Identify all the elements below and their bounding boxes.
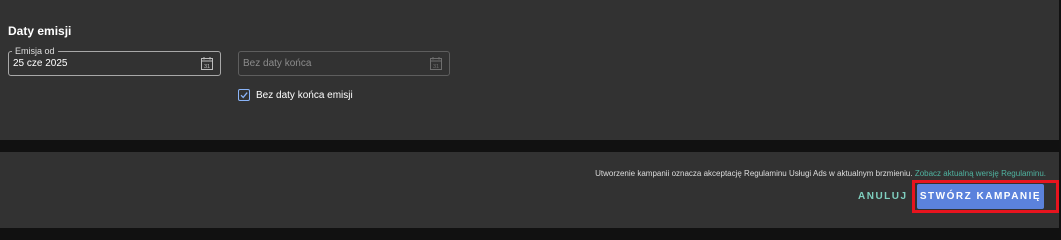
- date-from-field[interactable]: Emisja od 25 cze 2025 31: [8, 45, 221, 76]
- no-end-date-checkbox-row[interactable]: Bez daty końca emisji: [238, 89, 353, 101]
- create-campaign-button[interactable]: STWÓRZ KAMPANIĘ: [917, 184, 1044, 209]
- date-from-label: Emisja od: [12, 45, 58, 57]
- date-to-field[interactable]: Bez daty końca 31: [238, 51, 450, 76]
- date-from-value[interactable]: 25 cze 2025: [13, 58, 68, 69]
- terms-notice: Utworzenie kampanii oznacza akceptację R…: [595, 169, 1046, 178]
- svg-text:31: 31: [204, 64, 210, 70]
- terms-text: Utworzenie kampanii oznacza akceptację R…: [595, 169, 913, 178]
- calendar-icon[interactable]: 31: [201, 57, 213, 70]
- no-end-date-checkbox[interactable]: [238, 89, 250, 101]
- cancel-button[interactable]: ANULUJ: [858, 189, 908, 205]
- terms-link[interactable]: Zobacz aktualną wersję Regulaminu.: [915, 169, 1046, 178]
- no-end-date-label[interactable]: Bez daty końca emisji: [256, 90, 353, 101]
- calendar-icon[interactable]: 31: [430, 57, 442, 70]
- date-to-placeholder[interactable]: Bez daty końca: [243, 58, 311, 69]
- checkmark-icon: [240, 92, 248, 99]
- date-section-panel: Daty emisji Emisja od 25 cze 2025 31 Bez…: [0, 0, 1059, 140]
- svg-text:31: 31: [433, 64, 439, 70]
- section-title: Daty emisji: [8, 24, 72, 38]
